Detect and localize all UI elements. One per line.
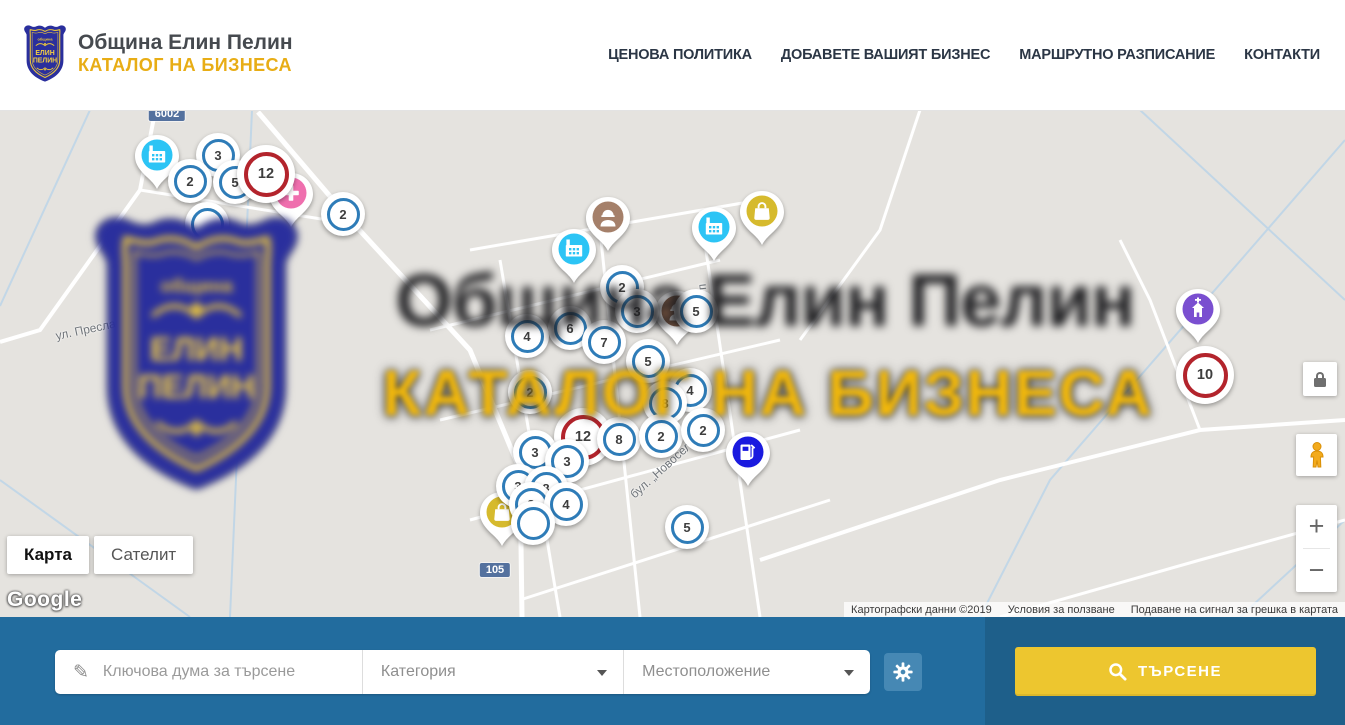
zoom-control: + −	[1296, 505, 1337, 592]
main-nav: ЦЕНОВА ПОЛИТИКА ДОБАВЕТЕ ВАШИЯТ БИЗНЕС М…	[608, 0, 1320, 110]
report-map-error-link[interactable]: Подаване на сигнал за грешка в картата	[1131, 604, 1338, 616]
factory-icon	[691, 206, 737, 262]
nav-route-schedule[interactable]: МАРШРУТНО РАЗПИСАНИЕ	[1019, 47, 1215, 63]
fuel-pump-icon	[725, 431, 771, 487]
nav-contacts[interactable]: КОНТАКТИ	[1244, 47, 1320, 63]
cluster-marker[interactable]: 7	[582, 320, 626, 364]
cluster-count: 2	[514, 376, 547, 409]
location-select[interactable]: Местоположение	[624, 650, 870, 694]
brand[interactable]: община ЕЛИН ПЕЛИН Община Елин Пелин КАТА…	[22, 22, 293, 86]
map-attribution: Картографски данни ©2019 Условия за полз…	[844, 602, 1345, 617]
map-type-satellite-button[interactable]: Сателит	[94, 536, 193, 574]
street-view-pegman[interactable]	[1296, 434, 1337, 476]
magnifier-icon	[1108, 662, 1127, 681]
nav-pricing-policy[interactable]: ЦЕНОВА ПОЛИТИКА	[608, 47, 752, 63]
nav-add-your-business[interactable]: ДОБАВЕТЕ ВАШИЯТ БИЗНЕС	[781, 47, 990, 63]
category-placeholder: Категория	[381, 663, 456, 681]
cluster-marker[interactable]: 2	[639, 414, 683, 458]
zoom-out-button[interactable]: −	[1296, 549, 1337, 592]
category-pin-worker[interactable]	[585, 196, 631, 257]
search-bar: ✎ Категория Местоположение	[0, 617, 1345, 725]
map-type-map-button[interactable]: Карта	[7, 536, 89, 574]
site-subtitle: КАТАЛОГ НА БИЗНЕСА	[78, 55, 293, 77]
cluster-marker[interactable]: 2	[681, 408, 725, 452]
advanced-settings-button[interactable]	[884, 653, 922, 691]
page: община ЕЛИН ПЕЛИН Община Елин Пелин КАТА…	[0, 0, 1345, 725]
category-pin-factory[interactable]	[691, 206, 737, 267]
gear-icon	[892, 661, 914, 683]
cluster-count: 2	[645, 420, 678, 453]
cluster-count: 2	[687, 414, 720, 447]
cluster-marker[interactable]: 8	[597, 417, 641, 461]
category-select[interactable]: Категория	[363, 650, 624, 694]
map-type-toggle: Карта Сателит	[7, 536, 193, 574]
cluster-marker[interactable]: 5	[665, 505, 709, 549]
cluster-marker[interactable]: 5	[674, 289, 718, 333]
logo-name-line1: ЕЛИН	[35, 50, 54, 57]
cluster-marker[interactable]	[511, 501, 555, 545]
header: община ЕЛИН ПЕЛИН Община Елин Пелин КАТА…	[0, 0, 1345, 111]
padlock-icon	[1314, 378, 1326, 387]
search-bar-left: ✎ Категория Местоположение	[0, 617, 985, 725]
keyword-input[interactable]	[101, 662, 335, 682]
cluster-marker[interactable]: 5	[626, 339, 670, 383]
attribution-copyright: Картографски данни ©2019	[851, 604, 992, 616]
cluster-count: 7	[588, 326, 621, 359]
cluster-marker[interactable]: 10	[1176, 346, 1234, 404]
cluster-marker[interactable]: 2	[168, 159, 212, 203]
cluster-count: 5	[680, 295, 713, 328]
church-icon	[1175, 288, 1221, 344]
road-shield-label: 105	[480, 563, 510, 577]
logo-name-line2: ПЕЛИН	[33, 58, 57, 65]
search-button-label: ТЪРСЕНЕ	[1138, 663, 1222, 680]
cluster-marker[interactable]	[185, 202, 229, 246]
category-pin-fuel-pump[interactable]	[725, 431, 771, 492]
category-pin-shopping-bag[interactable]	[739, 190, 785, 251]
caret-down-icon	[597, 670, 607, 676]
cluster-count: 8	[603, 423, 636, 456]
cluster-count	[191, 208, 224, 241]
cluster-count: 2	[327, 198, 360, 231]
search-box: ✎ Категория Местоположение	[55, 650, 870, 694]
pegman-icon	[1305, 441, 1329, 469]
cluster-count: 4	[511, 320, 544, 353]
terms-link[interactable]: Условия за ползване	[1008, 604, 1115, 616]
keyword-segment: ✎	[55, 650, 363, 694]
site-title: Община Елин Пелин	[78, 31, 293, 55]
google-logo[interactable]: Google	[7, 588, 82, 612]
cluster-count: 5	[632, 345, 665, 378]
cluster-count	[517, 507, 550, 540]
search-button[interactable]: ТЪРСЕНЕ	[1015, 647, 1316, 696]
cluster-marker[interactable]: 12	[237, 145, 295, 203]
worker-icon	[585, 196, 631, 252]
map-canvas[interactable]: 3251222356475248128223338345106002105ул.…	[0, 110, 1345, 617]
logo-small-text: община	[37, 37, 53, 42]
shopping-bag-icon	[739, 190, 785, 246]
cluster-count: 4	[550, 488, 583, 521]
caret-down-icon	[844, 670, 854, 676]
zoom-in-button[interactable]: +	[1296, 505, 1337, 548]
road-shield-label: 6002	[149, 110, 185, 121]
cluster-count: 3	[621, 295, 654, 328]
map-lock-button[interactable]	[1303, 362, 1337, 396]
cluster-count: 5	[671, 511, 704, 544]
cluster-marker[interactable]: 2	[508, 370, 552, 414]
cluster-count: 10	[1183, 353, 1228, 398]
cluster-marker[interactable]: 3	[615, 289, 659, 333]
cluster-marker[interactable]: 2	[321, 192, 365, 236]
cluster-marker[interactable]: 4	[505, 314, 549, 358]
pencil-icon: ✎	[73, 663, 89, 682]
location-placeholder: Местоположение	[642, 663, 770, 681]
cluster-count: 12	[244, 152, 289, 197]
cluster-count: 2	[174, 165, 207, 198]
search-bar-right: ТЪРСЕНЕ	[985, 617, 1345, 725]
municipality-crest-icon: община ЕЛИН ПЕЛИН	[22, 22, 68, 86]
category-pin-church[interactable]	[1175, 288, 1221, 349]
